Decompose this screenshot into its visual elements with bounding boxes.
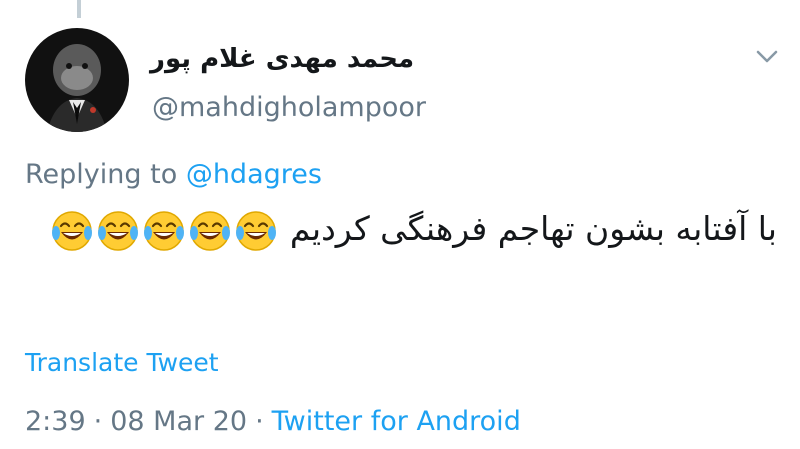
user-handle[interactable]: @mahdigholampoor [152,88,426,128]
face-with-tears-of-joy-icon [50,209,94,253]
tweet-date[interactable]: 08 Mar 20 [110,406,247,437]
translate-tweet-link[interactable]: Translate Tweet [25,343,219,383]
replying-prefix: Replying to [25,159,178,190]
tweet-text: با آفتابه بشون تهاجم فرهنگی کردیم [289,209,777,248]
replying-mention-link[interactable]: @hdagres [186,159,322,190]
face-with-tears-of-joy-icon [96,209,140,253]
thread-connector-line [77,0,81,18]
face-with-tears-of-joy-icon [234,209,278,253]
emoji-row [49,209,279,251]
avatar[interactable] [25,28,129,132]
tweet-time[interactable]: 2:39 [25,406,86,437]
replying-to: Replying to @hdagres [25,155,322,195]
tweet-body: با آفتابه بشون تهاجم فرهنگی کردیم [25,200,777,258]
face-with-tears-of-joy-icon [142,209,186,253]
meta-separator: · [93,406,103,437]
display-name[interactable]: محمد مهدی غلام پور [150,39,414,79]
face-with-tears-of-joy-icon [188,209,232,253]
tweet-source-link[interactable]: Twitter for Android [272,406,521,437]
tweet-metadata: 2:39 · 08 Mar 20 · Twitter for Android [25,402,521,442]
chevron-down-icon[interactable] [754,46,780,66]
meta-separator: · [255,406,264,437]
